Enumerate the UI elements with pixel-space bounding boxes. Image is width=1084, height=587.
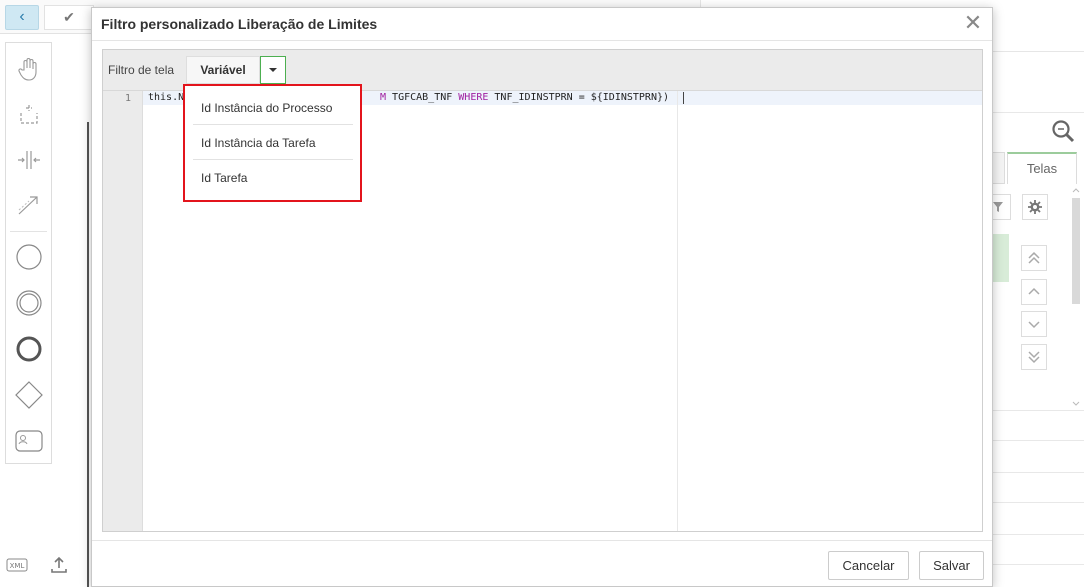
palette-divider: [10, 231, 47, 232]
code-keyword-where: WHERE: [458, 92, 489, 103]
line-number: 1: [124, 93, 131, 104]
intermediate-event-icon[interactable]: [6, 283, 51, 323]
line-gutter: 1: [103, 91, 143, 531]
code-line-start[interactable]: this.N: [148, 92, 184, 103]
back-button[interactable]: ‹: [5, 5, 39, 30]
user-task-icon[interactable]: [6, 421, 51, 461]
dialog-header: Filtro personalizado Liberação de Limite…: [92, 8, 992, 41]
filter-label: Filtro de tela: [108, 63, 175, 77]
panel-scrollbar[interactable]: [1070, 184, 1082, 410]
dropdown-item-task-instance-id[interactable]: Id Instância da Tarefa: [193, 126, 353, 160]
panel-divider: [993, 502, 1084, 503]
caret-down-icon: [269, 68, 277, 72]
xml-export-icon[interactable]: XML: [5, 553, 29, 577]
zoom-icon[interactable]: [1050, 118, 1076, 144]
gear-icon[interactable]: [1022, 194, 1048, 220]
code-line-tail[interactable]: M TGFCAB_TNF WHERE TNF_IDINSTPRN = ${IDI…: [380, 92, 669, 103]
gateway-icon[interactable]: [6, 375, 51, 415]
tab-previous[interactable]: [993, 152, 1005, 184]
hand-tool-icon[interactable]: [6, 49, 51, 89]
space-tool-icon[interactable]: [6, 140, 51, 180]
save-button[interactable]: Salvar: [919, 551, 984, 580]
tab-telas[interactable]: Telas: [1007, 152, 1077, 184]
dialog-title: Filtro personalizado Liberação de Limite…: [101, 16, 378, 32]
panel-divider: [993, 440, 1084, 441]
panel-divider: [993, 112, 1084, 113]
code-condition: TNF_IDINSTPRN = ${IDINSTPRN}): [488, 92, 670, 103]
close-icon[interactable]: ✕: [962, 12, 984, 36]
move-bottom-icon[interactable]: [1021, 344, 1047, 370]
upload-icon[interactable]: [47, 553, 71, 577]
selected-row-indicator: [993, 234, 1009, 282]
move-top-icon[interactable]: [1021, 245, 1047, 271]
move-down-icon[interactable]: [1021, 311, 1047, 337]
code-table-name: TGFCAB_TNF: [386, 92, 459, 103]
cancel-button[interactable]: Cancelar: [828, 551, 909, 580]
text-cursor: [683, 92, 684, 104]
variable-button[interactable]: Variável: [186, 56, 260, 84]
variable-dropdown-menu: Id Instância do Processo Id Instância da…: [183, 84, 362, 202]
panel-divider: [993, 472, 1084, 473]
variable-dropdown-toggle[interactable]: [260, 56, 286, 84]
canvas-border: [87, 122, 89, 587]
connect-tool-icon[interactable]: [6, 185, 51, 225]
bottom-toolbar: XML: [5, 553, 105, 583]
panel-divider: [993, 410, 1084, 411]
print-margin: [677, 91, 678, 531]
svg-text:XML: XML: [10, 562, 25, 570]
end-event-icon[interactable]: [6, 329, 51, 369]
move-up-icon[interactable]: [1021, 279, 1047, 305]
panel-divider: [993, 534, 1084, 535]
dropdown-item-task-id[interactable]: Id Tarefa: [193, 161, 353, 195]
start-event-icon[interactable]: [6, 237, 51, 277]
panel-divider: [993, 564, 1084, 565]
dropdown-item-process-instance-id[interactable]: Id Instância do Processo: [193, 91, 353, 125]
confirm-button[interactable]: ✔: [44, 5, 94, 30]
lasso-tool-icon[interactable]: [6, 95, 51, 135]
tool-palette: [5, 42, 52, 464]
dialog-footer: Cancelar Salvar: [92, 540, 992, 586]
